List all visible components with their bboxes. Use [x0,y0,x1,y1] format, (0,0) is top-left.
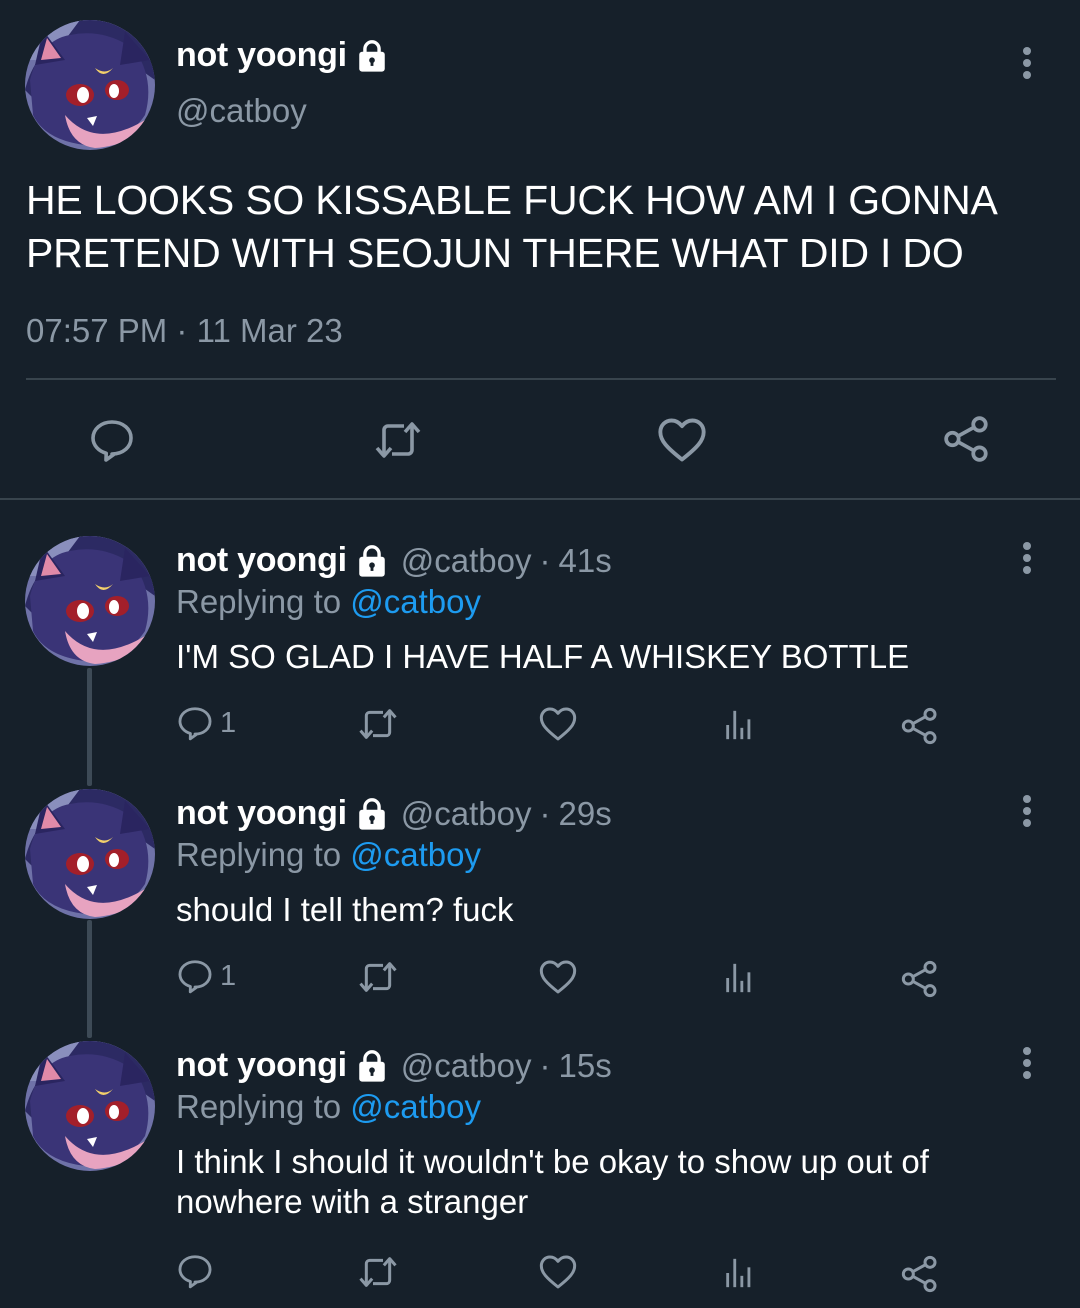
lock-icon [355,1049,389,1083]
retweet-icon [355,957,401,997]
like-icon [538,957,578,997]
display-name[interactable]: not yoongi [176,794,347,833]
replying-to: Replying to @catboy [176,1088,481,1126]
retweet-button[interactable] [355,704,401,744]
more-options-icon[interactable] [1019,542,1035,582]
like-icon [538,1252,578,1292]
lock-icon [355,544,389,578]
share-button[interactable] [900,959,940,999]
divider [26,378,1056,380]
lock-icon [355,797,389,831]
retweet-button[interactable] [355,957,401,997]
tweet-timestamp: 07:57 PM · 11 Mar 23 [26,312,343,350]
handle[interactable]: @catboy [401,795,532,833]
reply-tweet[interactable]: not yoongi @catboy · 15s Replying to @ca… [0,1041,1080,1308]
avatar[interactable] [25,536,155,666]
reply-button[interactable]: 1 [176,957,236,995]
like-button[interactable] [538,704,578,744]
reply-tweet[interactable]: not yoongi @catboy · 29s Replying to @ca… [0,789,1080,1019]
analytics-button[interactable] [722,1256,756,1290]
analytics-button[interactable] [722,708,756,742]
share-icon [900,1254,940,1294]
analytics-button[interactable] [722,961,756,995]
tweet-date: 11 Mar 23 [196,312,343,349]
retweet-button[interactable] [355,1252,401,1292]
tweet-text: I think I should it wouldn't be okay to … [176,1143,929,1220]
main-tweet: not yoongi @catboy HE LOOKS SO KISSABLE … [0,0,1080,500]
author-row: not yoongi @catboy · 29s [176,794,612,833]
more-options-icon[interactable] [1019,795,1035,835]
tweet-text: HE LOOKS SO KISSABLE FUCK HOW AM I GONNA… [26,177,996,276]
share-icon [900,959,940,999]
mention-link[interactable]: @catboy [350,1088,481,1125]
mention-link[interactable]: @catboy [350,836,481,873]
author-row: not yoongi [176,36,389,75]
reply-tweet[interactable]: not yoongi @catboy · 41s Replying to @ca… [0,536,1080,766]
tweet-text: I'M SO GLAD I HAVE HALF A WHISKEY BOTTLE [176,638,910,675]
retweet-icon [370,416,426,464]
relative-time[interactable]: 15s [558,1047,611,1085]
cat-avatar-image [25,789,155,919]
more-options-icon[interactable] [1019,47,1035,87]
display-name[interactable]: not yoongi [176,541,347,580]
retweet-button[interactable] [370,416,426,464]
like-button[interactable] [538,1252,578,1292]
share-icon [942,414,992,464]
tweet-text: should I tell them? fuck [176,891,514,928]
stats-icon [722,1256,756,1290]
separator: · [539,541,551,579]
cat-avatar-image [25,1041,155,1171]
relative-time[interactable]: 29s [558,795,611,833]
replying-to-label: Replying to [176,583,342,620]
share-button[interactable] [942,414,992,464]
handle[interactable]: @catboy [401,1047,532,1085]
share-button[interactable] [900,1254,940,1294]
reply-icon [176,704,214,742]
display-name[interactable]: not yoongi [176,1046,347,1085]
replying-to: Replying to @catboy [176,583,481,621]
like-icon [538,704,578,744]
stats-icon [722,961,756,995]
reply-button[interactable]: 1 [176,704,236,742]
display-name[interactable]: not yoongi [176,36,347,75]
cat-avatar-image [25,20,155,150]
retweet-icon [355,704,401,744]
handle[interactable]: @catboy [176,92,307,130]
cat-avatar-image [25,536,155,666]
reply-button[interactable] [88,416,136,464]
reply-icon [176,1252,214,1290]
relative-time[interactable]: 41s [558,542,611,580]
retweet-icon [355,1252,401,1292]
handle[interactable]: @catboy [401,542,532,580]
reply-button[interactable] [176,1252,214,1290]
replying-to: Replying to @catboy [176,836,481,874]
reply-icon [176,957,214,995]
avatar[interactable] [25,789,155,919]
timestamp-separator: · [176,312,188,349]
stats-icon [722,708,756,742]
separator: · [539,794,551,832]
share-button[interactable] [900,706,940,746]
replying-to-label: Replying to [176,836,342,873]
author-row: not yoongi @catboy · 41s [176,541,612,580]
avatar[interactable] [25,20,155,150]
share-icon [900,706,940,746]
reply-count: 1 [220,959,237,992]
like-icon [656,414,708,466]
tweet-time: 07:57 PM [26,312,168,349]
more-options-icon[interactable] [1019,1047,1035,1087]
replying-to-label: Replying to [176,1088,342,1125]
section-divider [0,498,1080,500]
like-button[interactable] [656,414,708,466]
avatar[interactable] [25,1041,155,1171]
author-row: not yoongi @catboy · 15s [176,1046,612,1085]
separator: · [539,1046,551,1084]
reply-icon [88,416,136,464]
lock-icon [355,39,389,73]
like-button[interactable] [538,957,578,997]
mention-link[interactable]: @catboy [350,583,481,620]
reply-count: 1 [220,706,237,739]
